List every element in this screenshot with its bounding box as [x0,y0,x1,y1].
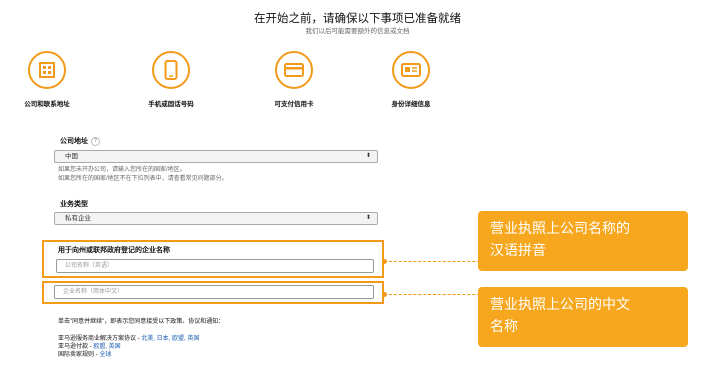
page-title: 在开始之前，请确保以下事项已准备就绪 [254,13,461,25]
agreement-link-2[interactable]: 欧盟, 英国 [93,344,120,350]
company-name-cn-input[interactable]: 企业名称（简体中文） [54,285,374,299]
step-label-card: 可支付信用卡 [274,101,314,108]
help-icon[interactable]: ? [91,136,100,146]
agreement-link-1[interactable]: 北美, 日本, 欧盟, 英国 [141,336,199,342]
step-label-id: 身份详细信息 [391,101,431,108]
select-arrow-icon: ⬍ [365,153,371,159]
company-name-en-input[interactable]: 公司名称（英语） [56,259,374,273]
address-label: 公司地址? [60,136,100,146]
step-label-phone: 手机或固话号码 [148,101,194,108]
callout-pinyin: 营业执照上公司名称的 汉语拼音 [478,211,688,271]
agreement-line-3: 国际卖家规则 - 全球 [58,352,112,358]
building-icon [28,51,66,89]
step-label-address: 公司和联系地址 [24,101,70,108]
id-card-icon [392,51,430,89]
business-type-label: 业务类型 [60,201,88,208]
callout-chinese: 营业执照上公司的中文 名称 [478,287,688,347]
business-type-select[interactable]: 私有企业 ⬍ [54,212,378,225]
connector-line-pinyin [384,261,480,262]
select-arrow-icon: ⬍ [365,215,371,221]
agreement-link-3[interactable]: 全球 [99,352,111,358]
country-select[interactable]: 中国 ⬍ [54,150,378,163]
agreement-line-2: 亚马逊付款 - 欧盟, 英国 [58,344,121,350]
connector-dot-pinyin [382,259,387,264]
phone-icon [152,51,190,89]
connector-line-chinese [384,294,480,295]
country-hint-2: 如果您所在的国家/地区不在下拉列表中，请查看常见问题部分。 [58,176,228,182]
company-name-label: 用于向州或联邦政府登记的企业名称 [58,247,170,254]
agreement-intro: 单击"同意并继续"，即表示您同意接受以下政策、协议和通知： [58,319,225,325]
connector-dot-chinese [382,292,387,297]
page-subtitle: 我们以后可能需要额外的信息或文档 [305,28,410,35]
credit-card-icon [275,51,313,89]
agreement-line-1: 亚马逊服务商业解决方案协议 - 北美, 日本, 欧盟, 英国 [58,336,200,342]
country-hint-1: 如果您未开办公司，请输入您所在的国家/地区。 [58,167,186,173]
